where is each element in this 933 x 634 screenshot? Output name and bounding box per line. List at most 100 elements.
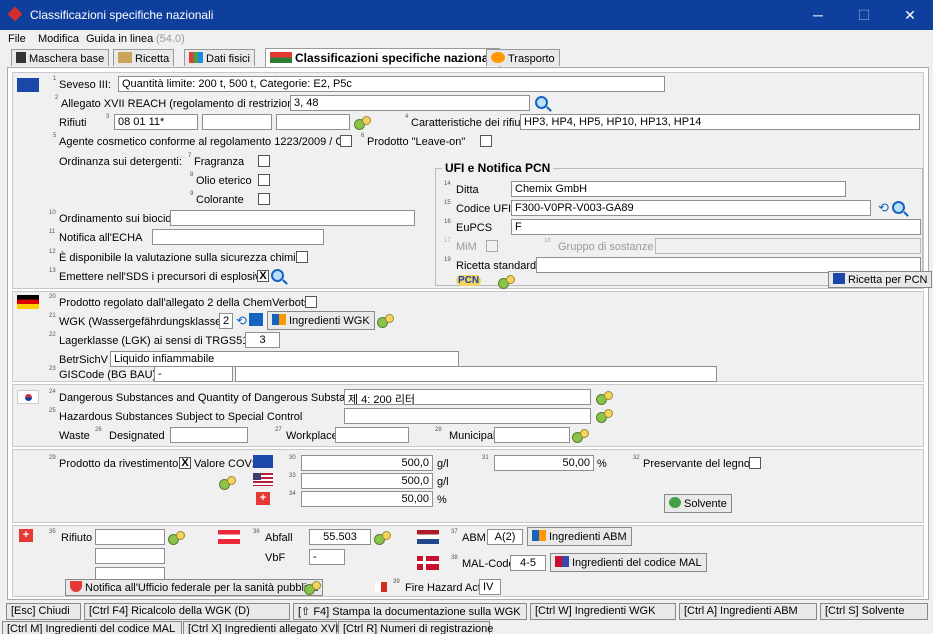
search-icon[interactable]: [535, 96, 548, 109]
municipal-field[interactable]: [494, 427, 570, 443]
ingredienti-abm-shortcut[interactable]: [Ctrl A] Ingredienti ABM: [679, 603, 817, 620]
ingredienti-xvii-shortcut[interactable]: [Ctrl X] Ingredienti allegato XVII: [183, 621, 341, 634]
solvente-button[interactable]: Solvente: [664, 494, 732, 513]
ricalcolo-wgk-button[interactable]: [Ctrl F4] Ricalcolo della WGK (D): [84, 603, 290, 620]
pcn-logo: PCN: [456, 275, 482, 286]
chiudi-button[interactable]: [Esc] Chiudi: [6, 603, 81, 620]
chemverbots-checkbox[interactable]: [305, 296, 317, 308]
maximize-button[interactable]: ☐: [841, 0, 887, 30]
dangerous-substances-field[interactable]: 제 4: 200 리터: [344, 389, 591, 405]
menu-file[interactable]: File: [8, 33, 26, 45]
footnote-8: 8: [190, 172, 194, 178]
eupcs-field[interactable]: F: [511, 219, 921, 235]
ingredienti-abm-button[interactable]: Ingredienti ABM: [527, 527, 632, 546]
codice-ufi-field[interactable]: F300-V0PR-V003-GA89: [511, 200, 871, 216]
solvente-shortcut[interactable]: [Ctrl S] Solvente: [820, 603, 928, 620]
gear-icon[interactable]: [168, 531, 185, 545]
lgk-field[interactable]: 3: [245, 332, 280, 348]
special-control-field[interactable]: [344, 408, 591, 424]
fragranza-checkbox[interactable]: [258, 155, 270, 167]
mal-code-field[interactable]: 4-5: [510, 555, 546, 571]
colorante-label: Colorante: [196, 194, 244, 206]
rifiuto-field-1[interactable]: [95, 529, 165, 545]
reach-field[interactable]: 3, 48: [290, 95, 530, 111]
gear-icon[interactable]: [374, 531, 391, 545]
olio-checkbox[interactable]: [258, 174, 270, 186]
cov-us-field[interactable]: 500,0: [301, 473, 433, 489]
giscode-desc-field[interactable]: [235, 366, 717, 382]
workplace-field[interactable]: [335, 427, 409, 443]
ingredienti-mal-shortcut[interactable]: [Ctrl M] Ingredienti del codice MAL: [2, 621, 182, 634]
echa-field[interactable]: [152, 229, 324, 245]
esplosivi-checkbox[interactable]: X: [257, 270, 269, 282]
tab-maschera-base[interactable]: Maschera base: [11, 49, 110, 66]
refresh-icon[interactable]: ⟲: [236, 313, 247, 329]
rifiuti-field-1[interactable]: 08 01 11*: [114, 114, 198, 130]
notifica-ufficio-button[interactable]: Notifica all'Ufficio federale per la san…: [65, 579, 324, 596]
footnote-11: 11: [49, 229, 56, 235]
caratteristiche-field[interactable]: HP3, HP4, HP5, HP10, HP13, HP14: [520, 114, 920, 130]
abm-icon: [532, 530, 546, 541]
gear-icon[interactable]: [377, 314, 394, 328]
refresh-icon[interactable]: ⟲: [878, 200, 889, 216]
tab-ricetta[interactable]: Ricetta: [113, 49, 175, 66]
footnote-23: 23: [49, 366, 56, 372]
colorante-checkbox[interactable]: [258, 193, 270, 205]
gear-icon[interactable]: [498, 275, 515, 289]
sicurezza-checkbox[interactable]: [296, 251, 308, 263]
menu-edit[interactable]: Modifica: [38, 33, 79, 45]
abm-field[interactable]: A(2): [487, 529, 523, 545]
legno-checkbox[interactable]: [749, 457, 761, 469]
ricetta-pcn-button[interactable]: Ricetta per PCN: [828, 271, 933, 288]
ingredienti-mal-button[interactable]: Ingredienti del codice MAL: [550, 553, 707, 572]
gear-icon[interactable]: [596, 409, 613, 423]
vbf-field[interactable]: -: [309, 549, 345, 565]
footnote-37: 37: [451, 529, 458, 535]
ingredienti-wgk-button[interactable]: Ingredienti WGK: [267, 311, 375, 330]
mal-code-label: MAL-Code: [462, 558, 515, 570]
designated-label: Designated: [109, 430, 165, 442]
tab-trasporto[interactable]: Trasporto: [486, 49, 560, 66]
mim-checkbox[interactable]: [486, 240, 498, 252]
cov-right-field[interactable]: 50,00: [494, 455, 594, 471]
minimize-button[interactable]: ─: [795, 0, 841, 30]
tab-dati-fisici[interactable]: Dati fisici: [184, 49, 256, 66]
ingredienti-wgk-shortcut[interactable]: [Ctrl W] Ingredienti WGK: [530, 603, 676, 620]
gear-icon[interactable]: [354, 116, 371, 130]
gear-icon[interactable]: [304, 581, 321, 595]
tab-classificazioni[interactable]: Classificazioni specifiche nazionali: [265, 48, 501, 67]
lgk-label: Lagerklasse (LGK) ai sensi di TRGS510: [59, 335, 255, 347]
stampa-wgk-button[interactable]: [⇧ F4] Stampa la documentazione sulla WG…: [293, 603, 527, 620]
numeri-registrazione-shortcut[interactable]: [Ctrl R] Numeri di registrazione: [338, 621, 493, 634]
rifiuti-field-3[interactable]: [276, 114, 350, 130]
leave-on-checkbox[interactable]: [480, 135, 492, 147]
biocidi-field[interactable]: [170, 210, 415, 226]
wgk-field[interactable]: 2: [219, 313, 233, 329]
giscode-field[interactable]: -: [154, 366, 233, 382]
cov-ch-field[interactable]: 50,00: [301, 491, 433, 507]
abfall-field[interactable]: 55.503: [309, 529, 371, 545]
leave-on-label: Prodotto "Leave-on": [367, 136, 466, 148]
footnote-9: 9: [190, 191, 194, 197]
ditta-field[interactable]: Chemix GmbH: [511, 181, 846, 197]
cov-eu-field[interactable]: 500,0: [301, 455, 433, 471]
gear-icon[interactable]: [219, 476, 236, 490]
rivestimento-checkbox[interactable]: X: [179, 457, 191, 469]
menu-help[interactable]: Guida in linea: [86, 33, 153, 45]
cov-ch-unit: %: [437, 494, 447, 506]
printer-icon[interactable]: [249, 313, 263, 326]
betrsichv-field[interactable]: Liquido infiammabile: [110, 351, 459, 367]
gear-icon[interactable]: [596, 391, 613, 405]
rifiuto-field-2[interactable]: [95, 548, 165, 564]
gear-icon[interactable]: [572, 429, 589, 443]
seveso-field[interactable]: Quantità limite: 200 t, 500 t, Categorie…: [118, 76, 665, 92]
fire-hazard-field[interactable]: IV: [479, 579, 501, 595]
codice-ufi-label: Codice UFI: [456, 203, 512, 215]
search-icon[interactable]: [271, 269, 284, 282]
designated-field[interactable]: [170, 427, 248, 443]
transport-icon: [491, 52, 505, 63]
rifiuti-field-2[interactable]: [202, 114, 272, 130]
cosmetico-checkbox[interactable]: [340, 135, 352, 147]
close-button[interactable]: ✕: [887, 0, 933, 30]
search-icon[interactable]: [892, 201, 905, 214]
